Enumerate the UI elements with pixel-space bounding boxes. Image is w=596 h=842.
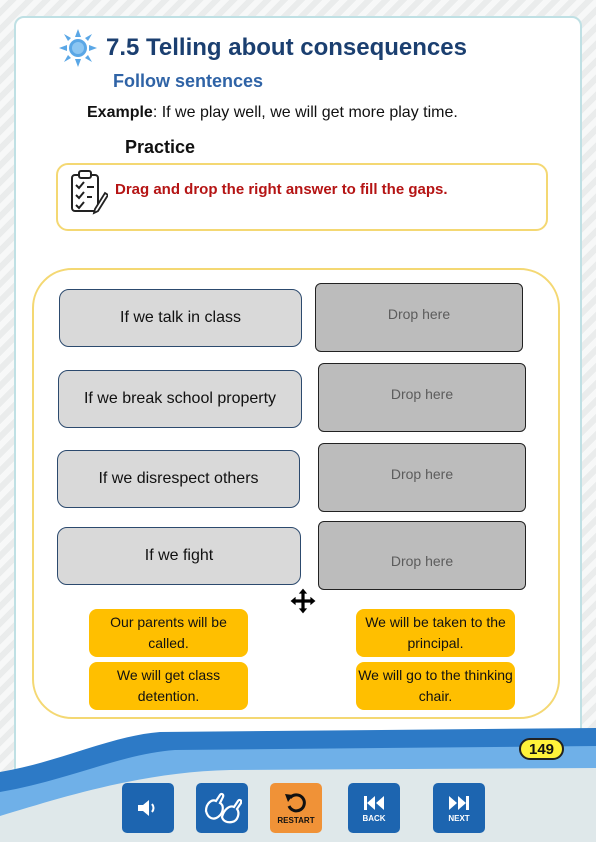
- back-button[interactable]: BACK: [348, 783, 400, 833]
- prompt-fight: If we fight: [57, 527, 301, 585]
- example-sentence: Example: If we play well, we will get mo…: [87, 104, 458, 122]
- drop-zone-3[interactable]: Drop here: [318, 443, 526, 512]
- example-text: : If we play well, we will get more play…: [152, 104, 458, 121]
- answer-class-detention[interactable]: We will get class detention.: [89, 662, 248, 710]
- prompt-talk-in-class: If we talk in class: [59, 289, 302, 347]
- sun-icon: [59, 29, 97, 67]
- prompt-disrespect-others: If we disrespect others: [57, 450, 300, 508]
- move-cursor-icon: [289, 587, 317, 615]
- lesson-header: 7.5 Telling about consequences: [58, 28, 467, 68]
- example-label: Example: [87, 104, 153, 121]
- instruction-box: Drag and drop the right answer to fill t…: [56, 163, 548, 231]
- practice-heading: Practice: [125, 137, 196, 157]
- prompt-break-school-property: If we break school property: [58, 370, 302, 428]
- restart-button[interactable]: RESTART: [270, 783, 322, 833]
- sign-language-button[interactable]: [196, 783, 248, 833]
- back-label: BACK: [362, 813, 386, 823]
- page-subtitle: Follow sentences: [113, 71, 264, 91]
- drop-zone-1[interactable]: Drop here: [315, 283, 523, 352]
- page-title: 7.5 Telling about consequences: [106, 34, 467, 61]
- audio-button[interactable]: [122, 783, 174, 833]
- drop-zone-2[interactable]: Drop here: [318, 363, 526, 432]
- answer-thinking-chair[interactable]: We will go to the thinking chair.: [356, 662, 515, 710]
- drop-zone-4[interactable]: Drop here: [318, 521, 526, 590]
- restart-icon: [285, 792, 306, 812]
- restart-label: RESTART: [277, 815, 315, 825]
- clipboard-icon: [71, 170, 108, 215]
- answer-parents-called[interactable]: Our parents will be called.: [89, 609, 248, 657]
- back-icon: [364, 795, 384, 810]
- next-icon: [449, 795, 469, 810]
- next-button[interactable]: NEXT: [433, 783, 485, 833]
- sign-language-icon: [204, 792, 242, 824]
- page-number: 149: [519, 738, 564, 760]
- instruction-text: Drag and drop the right answer to fill t…: [115, 181, 448, 198]
- speaker-icon: [138, 800, 155, 816]
- answer-taken-to-principal[interactable]: We will be taken to the principal.: [356, 609, 515, 657]
- next-label: NEXT: [448, 813, 470, 823]
